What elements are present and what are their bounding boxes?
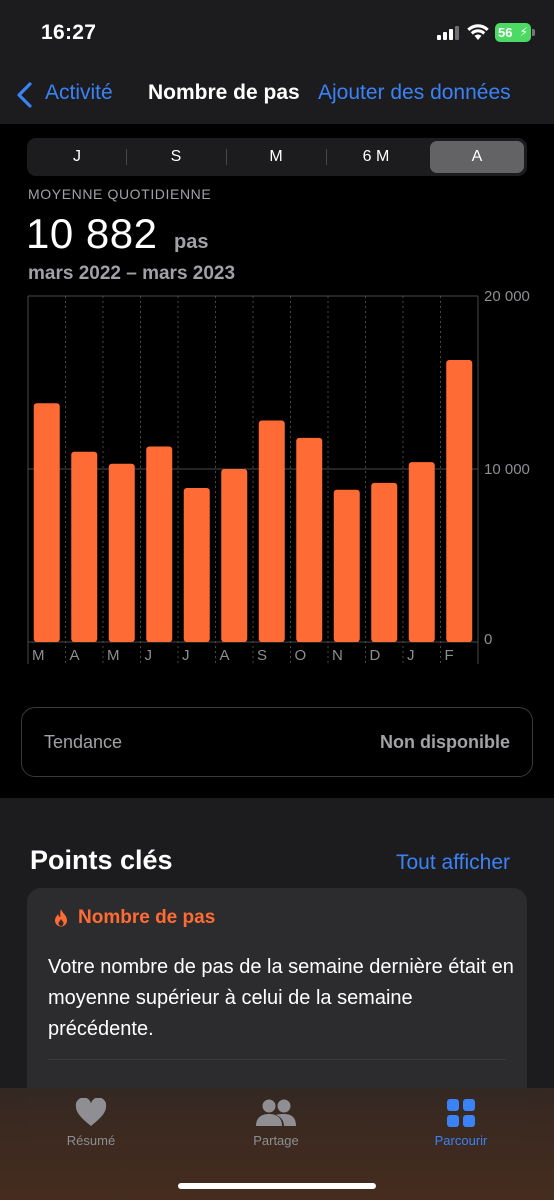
segment-year[interactable]: A xyxy=(430,141,524,173)
page-title: Nombre de pas xyxy=(148,81,300,104)
x-tick-label: N xyxy=(332,647,343,664)
average-label: MOYENNE QUOTIDIENNE xyxy=(28,186,212,202)
highlight-card-text: Votre nombre de pas de la semaine derniè… xyxy=(48,956,514,1040)
x-tick-label: M xyxy=(107,647,120,664)
signal-icon xyxy=(437,26,459,40)
chart-bar xyxy=(371,482,398,642)
x-tick-label: A xyxy=(70,647,80,664)
home-indicator xyxy=(178,1183,376,1189)
chart-x-labels: MAMJJASONDJF xyxy=(32,647,454,664)
highlight-card-divider xyxy=(48,1059,506,1060)
battery-icon: 56 ⚡ xyxy=(495,23,531,42)
show-all-link[interactable]: Tout afficher xyxy=(396,851,510,875)
x-tick-label: S xyxy=(257,647,267,664)
segment-day[interactable]: J xyxy=(30,141,124,173)
charging-bolt-icon: ⚡ xyxy=(519,25,528,39)
status-time: 16:27 xyxy=(41,21,97,44)
status-bar: 16:27 56 ⚡ xyxy=(0,0,554,66)
flame-icon xyxy=(55,909,67,927)
y-tick-label: 0 xyxy=(484,631,492,648)
x-tick-label: J xyxy=(145,647,153,664)
trend-value: Non disponible xyxy=(380,732,510,752)
chart-bar xyxy=(408,462,435,642)
chart-bar xyxy=(108,463,135,642)
chart-bar xyxy=(146,446,173,642)
steps-bar-chart[interactable]: M A M J J A S O N D J F 20 000 10 000 0 xyxy=(0,290,554,675)
segment-month[interactable]: M xyxy=(229,141,323,173)
chart-bar xyxy=(221,469,248,642)
y-tick-label: 20 000 xyxy=(484,290,530,305)
tab-label: Partage xyxy=(253,1133,299,1148)
x-tick-label: F xyxy=(445,647,454,664)
chart-bar xyxy=(71,451,98,642)
average-value: 10 882 xyxy=(26,210,158,257)
date-range: mars 2022 – mars 2023 xyxy=(28,263,236,284)
highlights-title: Points clés xyxy=(30,845,173,875)
chart-bar xyxy=(296,437,323,642)
x-tick-label: A xyxy=(220,647,230,664)
average-unit: pas xyxy=(174,231,209,253)
chart-bar xyxy=(33,403,60,642)
chart-bar xyxy=(446,360,473,642)
chart-y-labels: 20 000 10 000 0 xyxy=(484,290,530,648)
tab-browse[interactable]: Parcourir xyxy=(401,1098,521,1158)
x-tick-label: J xyxy=(407,647,415,664)
battery-cap xyxy=(532,29,535,36)
highlight-card-title: Nombre de pas xyxy=(78,907,216,928)
add-data-button[interactable]: Ajouter des données xyxy=(318,81,511,105)
x-tick-label: J xyxy=(182,647,190,664)
battery-level: 56 xyxy=(498,25,513,40)
heart-icon xyxy=(75,1098,107,1126)
x-tick-label: D xyxy=(370,647,381,664)
chart-bar xyxy=(333,489,360,642)
chevron-left-icon[interactable] xyxy=(16,82,34,108)
wifi-icon xyxy=(467,24,489,40)
chart-bar xyxy=(258,420,285,642)
period-segmented-control: J S M 6 M A xyxy=(27,138,527,176)
trend-card[interactable]: Tendance Non disponible xyxy=(21,707,533,777)
back-button[interactable]: Activité xyxy=(45,81,113,105)
nav-bar: Activité Nombre de pas Ajouter des donné… xyxy=(0,66,554,124)
segment-divider xyxy=(226,149,227,165)
x-tick-label: M xyxy=(32,647,45,664)
tab-summary[interactable]: Résumé xyxy=(31,1098,151,1158)
tab-label: Parcourir xyxy=(434,1133,488,1148)
tab-sharing[interactable]: Partage xyxy=(216,1098,336,1158)
tab-label: Résumé xyxy=(66,1133,116,1148)
segment-week[interactable]: S xyxy=(129,141,223,173)
people-icon xyxy=(256,1099,296,1126)
segment-divider xyxy=(126,149,127,165)
trend-label: Tendance xyxy=(44,732,123,752)
x-tick-label: O xyxy=(295,647,307,664)
chart-bar xyxy=(183,488,210,642)
segment-divider xyxy=(326,149,327,165)
grid-icon xyxy=(447,1099,475,1127)
segment-six-months[interactable]: 6 M xyxy=(329,141,423,173)
y-tick-label: 10 000 xyxy=(484,461,530,478)
